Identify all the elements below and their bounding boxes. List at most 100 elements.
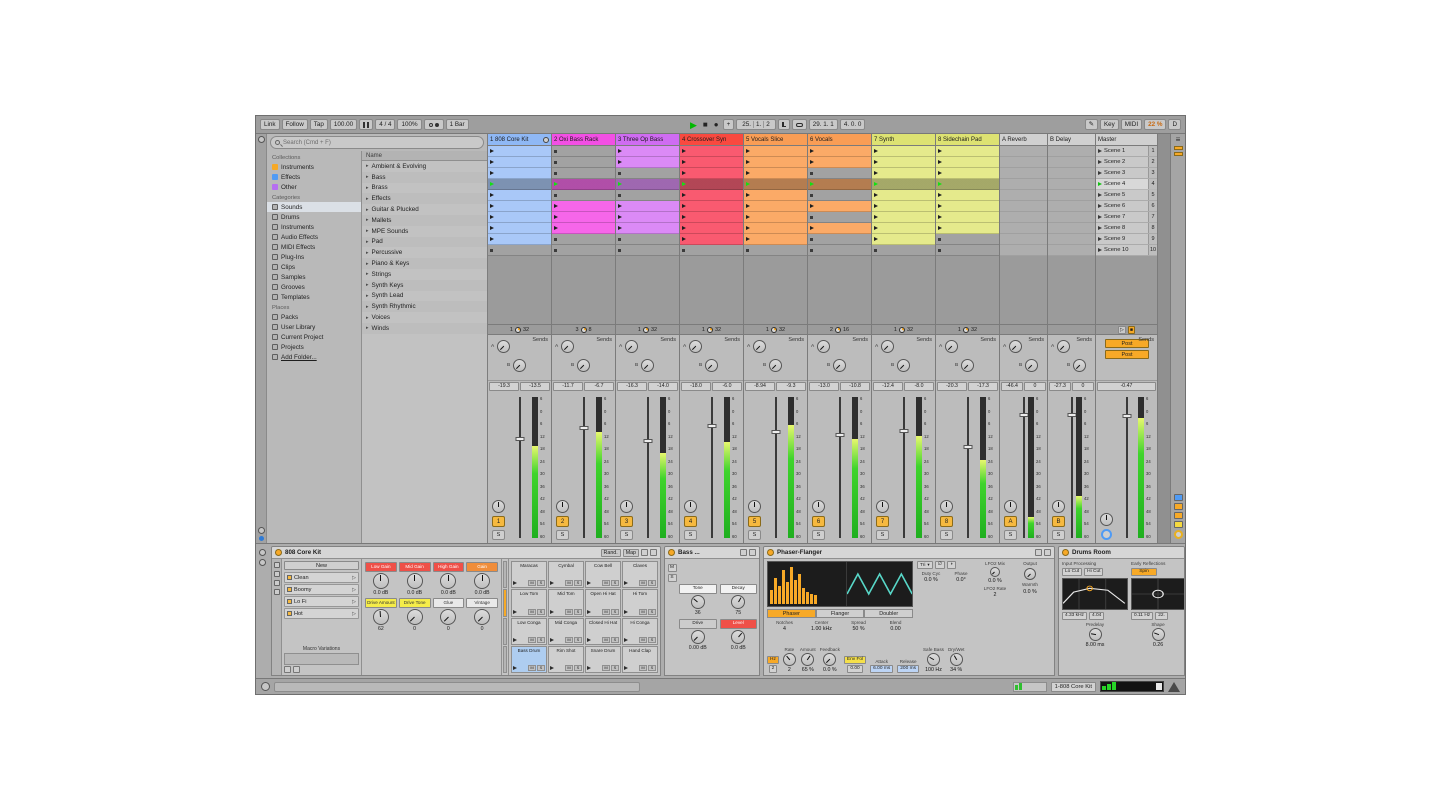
drum-pad-snare-drum[interactable]: Snare DrumMS bbox=[585, 646, 621, 673]
clip-slot[interactable] bbox=[680, 179, 743, 190]
volume-fader[interactable] bbox=[508, 395, 531, 540]
clip-stop-icon[interactable] bbox=[618, 249, 621, 252]
env-follower-button[interactable]: Env Fol bbox=[844, 656, 866, 664]
draw-mode-toggle[interactable]: ✎ bbox=[1085, 119, 1098, 130]
pad-play-icon[interactable] bbox=[624, 666, 628, 670]
filter-q-box[interactable]: 4.04 bbox=[1089, 612, 1104, 620]
hz-mode-button[interactable]: Hz bbox=[767, 656, 779, 664]
clip-play-icon[interactable] bbox=[810, 182, 814, 186]
send-b-knob[interactable] bbox=[769, 359, 782, 372]
clip-slot[interactable] bbox=[936, 168, 999, 179]
sidebar-item-other[interactable]: Other bbox=[267, 182, 361, 192]
pad-mute-button[interactable]: M bbox=[565, 665, 573, 671]
volume-display[interactable]: -6.0 bbox=[712, 382, 742, 391]
clip-play-icon[interactable] bbox=[810, 226, 814, 230]
clip-slot[interactable] bbox=[1048, 201, 1095, 212]
clip-slot[interactable] bbox=[872, 168, 935, 179]
clip-play-icon[interactable] bbox=[874, 149, 878, 153]
fader-handle[interactable] bbox=[771, 430, 780, 434]
send-b-knob[interactable] bbox=[1025, 359, 1038, 372]
track-header-5-vocals-slice[interactable]: 5 Vocals Slice bbox=[744, 134, 807, 146]
browser-folder[interactable]: ▸Piano & Keys bbox=[362, 258, 487, 269]
send-b-knob[interactable] bbox=[833, 359, 846, 372]
scene-row-scene-8[interactable]: Scene 88 bbox=[1096, 223, 1157, 234]
stop-all-clips-button[interactable]: ▷ bbox=[1118, 326, 1126, 334]
spin-display[interactable] bbox=[1131, 578, 1184, 610]
chain-play-icon[interactable]: ▷ bbox=[352, 575, 356, 581]
tap-tempo-button[interactable]: Tap bbox=[310, 119, 328, 130]
sync-rate-box[interactable]: 2 bbox=[769, 665, 778, 673]
sidebar-item-midi-effects[interactable]: MIDI Effects bbox=[267, 242, 361, 252]
back-to-arrangement-button[interactable]: ■ bbox=[1128, 326, 1135, 334]
save-preset-icon[interactable] bbox=[1044, 549, 1051, 556]
clip-play-icon[interactable] bbox=[874, 215, 878, 219]
clip-play-icon[interactable] bbox=[874, 193, 878, 197]
macro-value[interactable]: 0.0 dB bbox=[475, 590, 490, 596]
tempo-display[interactable]: 100.00 bbox=[330, 119, 357, 130]
clip-slot[interactable] bbox=[488, 168, 551, 179]
browser-folder[interactable]: ▸Synth Rhythmic bbox=[362, 301, 487, 312]
clip-slot[interactable] bbox=[872, 245, 935, 256]
scene-play-icon[interactable] bbox=[1098, 226, 1102, 230]
browser-folder[interactable]: ▸Ambient & Evolving bbox=[362, 161, 487, 172]
pad-mute-button[interactable]: M bbox=[602, 637, 610, 643]
pad-bank-segment[interactable] bbox=[503, 646, 507, 673]
clip-play-icon[interactable] bbox=[746, 193, 750, 197]
clip-slot[interactable] bbox=[1048, 245, 1095, 256]
clip-stop-icon[interactable] bbox=[618, 194, 621, 197]
pad-bank-segment[interactable] bbox=[503, 618, 507, 645]
volume-display[interactable]: -10.8 bbox=[840, 382, 870, 391]
clip-play-icon[interactable] bbox=[746, 160, 750, 164]
fader-handle[interactable] bbox=[899, 429, 908, 433]
track-activator-button[interactable]: B bbox=[1052, 516, 1065, 527]
scene-play-icon[interactable] bbox=[1098, 149, 1102, 153]
feedback-knob[interactable] bbox=[823, 653, 836, 666]
clip-play-icon[interactable] bbox=[618, 182, 622, 186]
macro-value[interactable]: 0.0 dB bbox=[373, 590, 388, 596]
solo-button[interactable]: S bbox=[1052, 530, 1065, 540]
clip-slot[interactable] bbox=[808, 245, 871, 256]
macro-value[interactable]: 0.0 dB bbox=[407, 590, 422, 596]
spin-rate-box[interactable]: 0.11 Hz bbox=[1131, 612, 1153, 620]
bass-title-bar[interactable]: Bass ... bbox=[665, 547, 759, 559]
lfo-shape-select[interactable]: Tri▾ bbox=[917, 561, 933, 569]
clip-slot[interactable] bbox=[1000, 201, 1047, 212]
send-a-knob[interactable] bbox=[1057, 340, 1070, 353]
volume-fader[interactable] bbox=[764, 395, 787, 540]
show-chains-icon[interactable] bbox=[274, 571, 280, 577]
scene-row-scene-6[interactable]: Scene 66 bbox=[1096, 201, 1157, 212]
clip-play-icon[interactable] bbox=[874, 160, 878, 164]
send-a-knob[interactable] bbox=[945, 340, 958, 353]
show-pads-icon[interactable] bbox=[274, 589, 280, 595]
clip-slot[interactable] bbox=[680, 157, 743, 168]
drum-pad-low-conga[interactable]: Low CongaMS bbox=[511, 618, 547, 645]
save-preset-icon[interactable] bbox=[650, 549, 657, 556]
clip-slot[interactable] bbox=[872, 157, 935, 168]
pad-mute-button[interactable]: M bbox=[528, 580, 536, 586]
macro-knob-drive-tone[interactable] bbox=[407, 609, 423, 625]
clip-slot[interactable] bbox=[488, 157, 551, 168]
pad-solo-button[interactable]: S bbox=[611, 580, 619, 586]
pad-mute-button[interactable]: M bbox=[528, 609, 536, 615]
preview-volume-knob[interactable] bbox=[1174, 530, 1183, 539]
track-activator-button[interactable]: 1 bbox=[492, 516, 505, 527]
pad-play-icon[interactable] bbox=[587, 666, 591, 670]
track-header-4-crossover-syn[interactable]: 4 Crossover Syn bbox=[680, 134, 743, 146]
drum-pad-claves[interactable]: ClavesMS bbox=[622, 561, 658, 588]
recall-variation-icon[interactable] bbox=[293, 666, 300, 673]
macro-knob-drive-amount[interactable] bbox=[373, 609, 389, 625]
clip-slot[interactable] bbox=[680, 234, 743, 245]
sidebar-item-clips[interactable]: Clips bbox=[267, 262, 361, 272]
device-power-icon[interactable] bbox=[1062, 549, 1069, 556]
macro-value[interactable]: 0 bbox=[447, 626, 450, 632]
clip-slot[interactable] bbox=[616, 212, 679, 223]
sidebar-item-samples[interactable]: Samples bbox=[267, 272, 361, 282]
clip-play-icon[interactable] bbox=[490, 160, 494, 164]
hot-swap-icon[interactable] bbox=[740, 549, 747, 556]
clip-slot[interactable] bbox=[936, 201, 999, 212]
browser-folder[interactable]: ▸MPE Sounds bbox=[362, 226, 487, 237]
clip-slot[interactable] bbox=[616, 245, 679, 256]
warmth-knob[interactable] bbox=[1024, 568, 1036, 580]
browser-folder[interactable]: ▸Voices bbox=[362, 312, 487, 323]
env-amount-box[interactable]: 0.00 bbox=[847, 665, 862, 673]
